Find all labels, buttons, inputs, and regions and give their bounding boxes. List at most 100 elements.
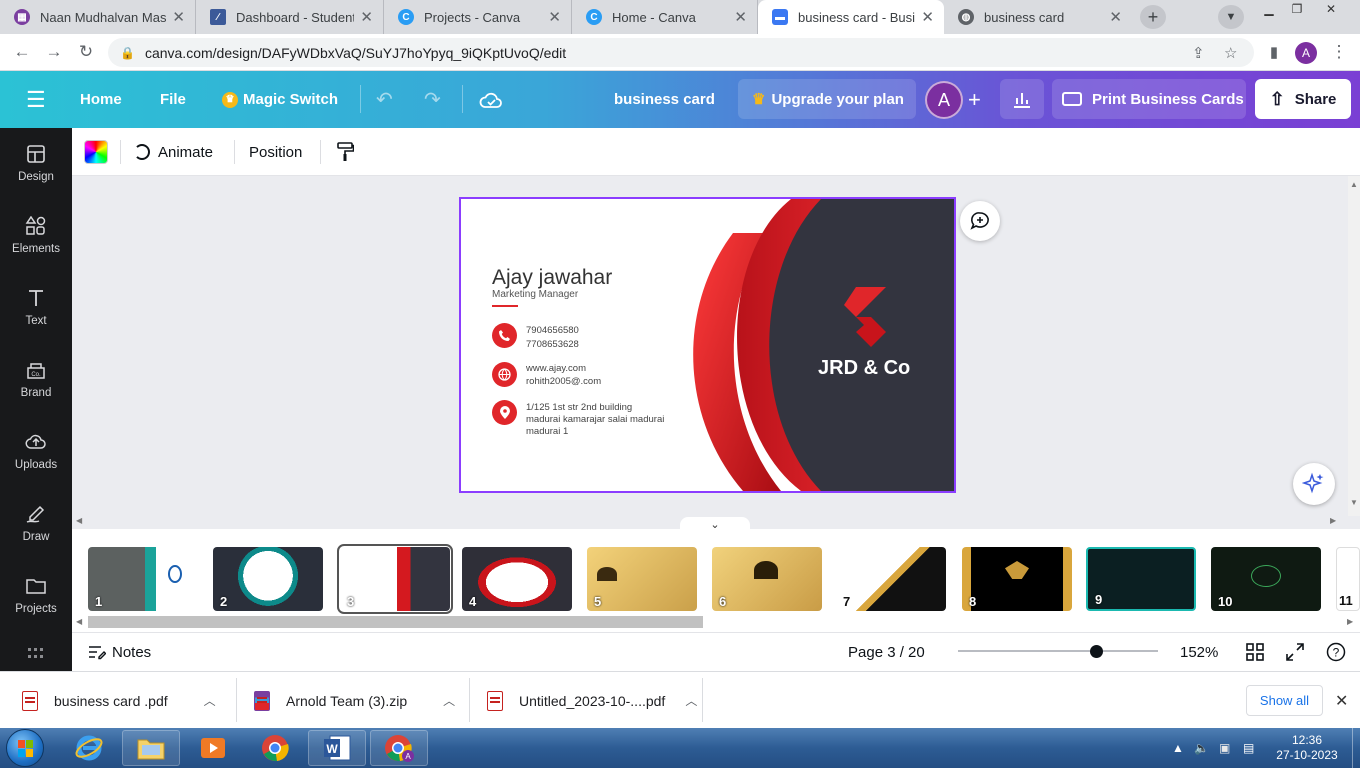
chevron-up-icon[interactable]: ︿ <box>685 692 697 709</box>
cloud-saved-icon[interactable] <box>479 71 503 128</box>
grid-view-icon[interactable] <box>1246 633 1264 671</box>
position-button[interactable]: Position <box>249 128 302 176</box>
page-thumbnail[interactable]: 4 <box>462 547 572 611</box>
card-phone-1[interactable]: 7904656580 <box>526 324 579 337</box>
sidebar-item-brand[interactable]: Co. Brand <box>0 344 72 414</box>
apps-grid-icon[interactable] <box>0 638 72 668</box>
download-item[interactable]: business card .pdf ︿ <box>22 672 216 729</box>
add-collaborator-icon[interactable]: + <box>968 71 981 128</box>
restore-icon[interactable]: ❐ <box>1286 0 1308 18</box>
close-downloads-icon[interactable]: ✕ <box>1335 672 1348 729</box>
sidebar-item-projects[interactable]: Projects <box>0 560 72 630</box>
redo-icon[interactable]: ↷ <box>424 71 441 128</box>
card-name[interactable]: Ajay jawahar <box>492 266 612 290</box>
bookmark-star-icon[interactable]: ☆ <box>1224 38 1237 67</box>
card-website[interactable]: www.ajay.com <box>526 362 586 375</box>
browser-tab[interactable]: ▦ Naan Mudhalvan Mass ✕ <box>0 0 196 34</box>
download-item[interactable]: Arnold Team (3).zip ︿ <box>254 672 455 729</box>
scroll-right-arrow-icon[interactable]: ▶ <box>1330 516 1336 525</box>
url-field[interactable]: 🔒 canva.com/design/DAFyWDbxVaQ/SuYJ7hoYp… <box>108 38 1254 67</box>
file-explorer-icon[interactable] <box>122 730 180 766</box>
tab-search-button[interactable]: ▼ <box>1218 5 1244 29</box>
close-icon[interactable]: ✕ <box>548 8 561 26</box>
share-button[interactable]: ⇧ Share <box>1255 79 1351 119</box>
internet-explorer-icon[interactable] <box>60 730 118 766</box>
browser-tab[interactable]: C Projects - Canva ✕ <box>384 0 572 34</box>
scroll-left-arrow-icon[interactable]: ◀ <box>76 516 82 525</box>
close-icon[interactable]: ✕ <box>360 8 373 26</box>
vertical-scrollbar[interactable]: ▲ ▼ <box>1348 176 1360 516</box>
windows-start-button[interactable] <box>6 729 44 767</box>
add-comment-icon[interactable] <box>960 201 1000 241</box>
file-menu-button[interactable]: File <box>160 71 186 128</box>
reload-icon[interactable]: ↻ <box>74 40 98 64</box>
page-thumbnail[interactable]: 6 <box>712 547 822 611</box>
zoom-slider-handle[interactable] <box>1090 645 1103 658</box>
forward-arrow-icon[interactable]: → <box>42 40 66 64</box>
card-email[interactable]: rohith2005@.com <box>526 375 601 388</box>
close-icon[interactable]: ✕ <box>734 8 747 26</box>
card-brand-name[interactable]: JRD & Co <box>818 357 910 380</box>
page-thumbnail[interactable]: 8 <box>962 547 1072 611</box>
more-menu-icon[interactable]: ⋮ <box>1327 40 1351 64</box>
home-button[interactable]: Home <box>80 71 122 128</box>
show-desktop-button[interactable] <box>1352 728 1360 768</box>
browser-tab-active[interactable]: ▬ business card - Busines ✕ <box>758 0 944 34</box>
chevron-up-icon[interactable]: ︿ <box>204 692 216 709</box>
undo-icon[interactable]: ↶ <box>376 71 393 128</box>
sidebar-item-elements[interactable]: Elements <box>0 200 72 270</box>
network-icon[interactable]: ▣ <box>1219 728 1230 768</box>
browser-tab[interactable]: C Home - Canva ✕ <box>572 0 758 34</box>
share-page-icon[interactable]: ⇪ <box>1192 38 1205 67</box>
chevron-up-icon[interactable]: ︿ <box>443 692 455 709</box>
chrome-icon[interactable] <box>246 730 304 766</box>
page-thumbnail[interactable]: 11 <box>1336 547 1360 611</box>
scroll-right-arrow-icon[interactable]: ▶ <box>1347 617 1353 626</box>
magic-sparkle-icon[interactable] <box>1293 463 1335 505</box>
minimize-icon[interactable]: ▁ <box>1258 0 1280 18</box>
animate-button[interactable]: Animate <box>134 128 213 176</box>
download-item[interactable]: Untitled_2023-10-....pdf ︿ <box>487 672 697 729</box>
new-tab-button[interactable]: + <box>1140 5 1166 29</box>
window-close-icon[interactable]: ✕ <box>1318 0 1344 18</box>
business-card-page[interactable]: Ajay jawahar Marketing Manager 790465658… <box>459 197 956 493</box>
profile-avatar[interactable]: A <box>1295 42 1317 64</box>
close-icon[interactable]: ✕ <box>172 8 185 26</box>
sidebar-item-uploads[interactable]: Uploads <box>0 416 72 486</box>
system-clock[interactable]: 12:36 27-10-2023 <box>1272 733 1342 763</box>
print-business-cards-button[interactable]: Print Business Cards <box>1052 79 1246 119</box>
close-icon[interactable]: ✕ <box>1109 8 1122 26</box>
sidebar-item-design[interactable]: Design <box>0 128 72 198</box>
document-title[interactable]: business card <box>614 71 715 128</box>
page-thumbnail-selected[interactable]: 3 <box>337 544 453 614</box>
browser-tab[interactable]: ◍ business card ✕ <box>944 0 1132 34</box>
chrome-profile-icon[interactable]: A <box>370 730 428 766</box>
action-center-icon[interactable]: ▤ <box>1243 728 1254 768</box>
user-avatar[interactable]: A <box>925 81 963 119</box>
fullscreen-icon[interactable] <box>1286 633 1304 671</box>
word-icon[interactable]: W <box>308 730 366 766</box>
media-player-icon[interactable] <box>184 730 242 766</box>
scroll-left-arrow-icon[interactable]: ◀ <box>76 617 82 626</box>
close-icon[interactable]: ✕ <box>921 8 934 26</box>
card-role[interactable]: Marketing Manager <box>492 289 578 300</box>
back-arrow-icon[interactable]: ← <box>10 40 34 64</box>
zoom-slider-track[interactable] <box>958 650 1158 652</box>
show-all-downloads-button[interactable]: Show all <box>1246 685 1323 716</box>
page-thumbnail[interactable]: 2 <box>213 547 323 611</box>
card-phone-2[interactable]: 7708653628 <box>526 338 579 351</box>
page-thumbnail[interactable]: 9 <box>1086 547 1196 611</box>
insights-chart-icon[interactable] <box>1000 79 1044 119</box>
page-thumbnail[interactable]: 7 <box>836 547 946 611</box>
upgrade-plan-button[interactable]: ♛ Upgrade your plan <box>738 79 916 119</box>
sidebar-item-text[interactable]: Text <box>0 272 72 342</box>
sidepanel-icon[interactable]: ▮ <box>1262 40 1286 64</box>
paint-roller-icon[interactable] <box>336 128 354 176</box>
page-thumbnail[interactable]: 5 <box>587 547 697 611</box>
page-indicator[interactable]: Page 3 / 20 <box>848 633 925 671</box>
browser-tab[interactable]: ∕ Dashboard - Student ✕ <box>196 0 384 34</box>
zoom-level[interactable]: 152% <box>1180 633 1218 671</box>
color-picker-swatch[interactable] <box>84 140 108 164</box>
sidebar-item-draw[interactable]: Draw <box>0 488 72 558</box>
magic-switch-button[interactable]: ♛ Magic Switch <box>222 71 338 128</box>
